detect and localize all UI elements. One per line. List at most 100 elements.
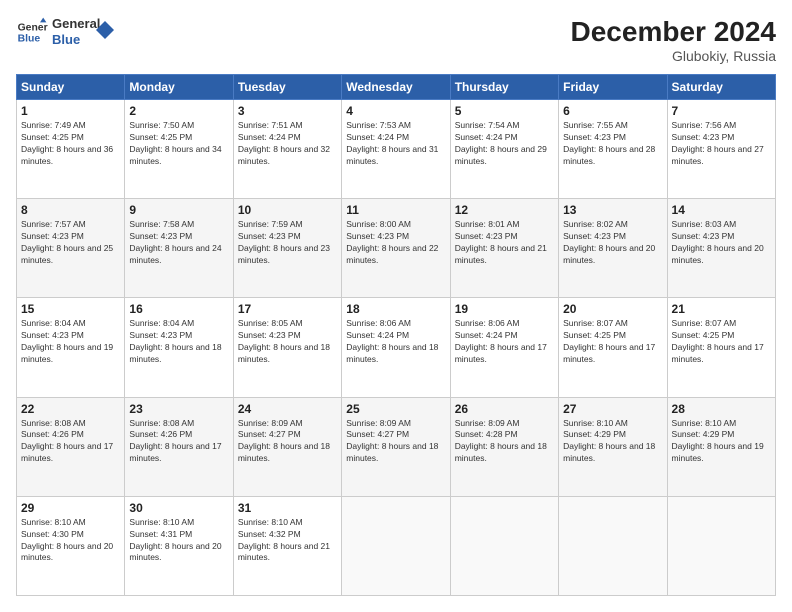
- table-row: 26 Sunrise: 8:09 AM Sunset: 4:28 PM Dayl…: [450, 397, 558, 496]
- table-row: 11 Sunrise: 8:00 AM Sunset: 4:23 PM Dayl…: [342, 199, 450, 298]
- month-title: December 2024: [571, 16, 776, 48]
- day-number: 15: [21, 302, 120, 316]
- table-row: 23 Sunrise: 8:08 AM Sunset: 4:26 PM Dayl…: [125, 397, 233, 496]
- day-number: 30: [129, 501, 228, 515]
- header: General Blue General Blue December 2024 …: [16, 16, 776, 64]
- day-number: 16: [129, 302, 228, 316]
- table-row: 20 Sunrise: 8:07 AM Sunset: 4:25 PM Dayl…: [559, 298, 667, 397]
- table-row: 30 Sunrise: 8:10 AM Sunset: 4:31 PM Dayl…: [125, 496, 233, 595]
- day-info: Sunrise: 7:50 AM Sunset: 4:25 PM Dayligh…: [129, 120, 228, 168]
- day-info: Sunrise: 7:57 AM Sunset: 4:23 PM Dayligh…: [21, 219, 120, 267]
- table-row: [667, 496, 775, 595]
- table-row: 29 Sunrise: 8:10 AM Sunset: 4:30 PM Dayl…: [17, 496, 125, 595]
- table-row: 24 Sunrise: 8:09 AM Sunset: 4:27 PM Dayl…: [233, 397, 341, 496]
- calendar-week-row: 29 Sunrise: 8:10 AM Sunset: 4:30 PM Dayl…: [17, 496, 776, 595]
- day-number: 4: [346, 104, 445, 118]
- day-info: Sunrise: 7:58 AM Sunset: 4:23 PM Dayligh…: [129, 219, 228, 267]
- table-row: 12 Sunrise: 8:01 AM Sunset: 4:23 PM Dayl…: [450, 199, 558, 298]
- table-row: 5 Sunrise: 7:54 AM Sunset: 4:24 PM Dayli…: [450, 100, 558, 199]
- table-row: 9 Sunrise: 7:58 AM Sunset: 4:23 PM Dayli…: [125, 199, 233, 298]
- day-info: Sunrise: 8:10 AM Sunset: 4:31 PM Dayligh…: [129, 517, 228, 565]
- table-row: 19 Sunrise: 8:06 AM Sunset: 4:24 PM Dayl…: [450, 298, 558, 397]
- svg-text:General: General: [18, 22, 48, 33]
- logo-icon: General Blue: [16, 16, 48, 48]
- day-number: 28: [672, 402, 771, 416]
- day-info: Sunrise: 8:03 AM Sunset: 4:23 PM Dayligh…: [672, 219, 771, 267]
- location: Glubokiy, Russia: [571, 48, 776, 64]
- svg-text:Blue: Blue: [18, 34, 41, 45]
- day-number: 11: [346, 203, 445, 217]
- table-row: 13 Sunrise: 8:02 AM Sunset: 4:23 PM Dayl…: [559, 199, 667, 298]
- table-row: 31 Sunrise: 8:10 AM Sunset: 4:32 PM Dayl…: [233, 496, 341, 595]
- col-saturday: Saturday: [667, 75, 775, 100]
- day-number: 27: [563, 402, 662, 416]
- calendar-week-row: 22 Sunrise: 8:08 AM Sunset: 4:26 PM Dayl…: [17, 397, 776, 496]
- calendar-table: Sunday Monday Tuesday Wednesday Thursday…: [16, 74, 776, 596]
- col-sunday: Sunday: [17, 75, 125, 100]
- table-row: 6 Sunrise: 7:55 AM Sunset: 4:23 PM Dayli…: [559, 100, 667, 199]
- table-row: [342, 496, 450, 595]
- col-thursday: Thursday: [450, 75, 558, 100]
- day-number: 1: [21, 104, 120, 118]
- table-row: 27 Sunrise: 8:10 AM Sunset: 4:29 PM Dayl…: [559, 397, 667, 496]
- day-number: 14: [672, 203, 771, 217]
- table-row: 7 Sunrise: 7:56 AM Sunset: 4:23 PM Dayli…: [667, 100, 775, 199]
- logo: General Blue General Blue: [16, 16, 114, 48]
- day-info: Sunrise: 8:09 AM Sunset: 4:27 PM Dayligh…: [346, 418, 445, 466]
- col-friday: Friday: [559, 75, 667, 100]
- day-info: Sunrise: 8:00 AM Sunset: 4:23 PM Dayligh…: [346, 219, 445, 267]
- day-number: 18: [346, 302, 445, 316]
- day-info: Sunrise: 8:10 AM Sunset: 4:32 PM Dayligh…: [238, 517, 337, 565]
- table-row: 3 Sunrise: 7:51 AM Sunset: 4:24 PM Dayli…: [233, 100, 341, 199]
- day-info: Sunrise: 8:08 AM Sunset: 4:26 PM Dayligh…: [21, 418, 120, 466]
- table-row: 18 Sunrise: 8:06 AM Sunset: 4:24 PM Dayl…: [342, 298, 450, 397]
- day-number: 19: [455, 302, 554, 316]
- logo-general: General: [52, 16, 100, 32]
- title-area: December 2024 Glubokiy, Russia: [571, 16, 776, 64]
- day-number: 26: [455, 402, 554, 416]
- day-info: Sunrise: 7:59 AM Sunset: 4:23 PM Dayligh…: [238, 219, 337, 267]
- table-row: 15 Sunrise: 8:04 AM Sunset: 4:23 PM Dayl…: [17, 298, 125, 397]
- day-number: 10: [238, 203, 337, 217]
- calendar-week-row: 1 Sunrise: 7:49 AM Sunset: 4:25 PM Dayli…: [17, 100, 776, 199]
- day-number: 5: [455, 104, 554, 118]
- day-info: Sunrise: 8:10 AM Sunset: 4:29 PM Dayligh…: [563, 418, 662, 466]
- day-number: 21: [672, 302, 771, 316]
- day-info: Sunrise: 8:08 AM Sunset: 4:26 PM Dayligh…: [129, 418, 228, 466]
- table-row: [559, 496, 667, 595]
- day-number: 17: [238, 302, 337, 316]
- day-info: Sunrise: 8:04 AM Sunset: 4:23 PM Dayligh…: [129, 318, 228, 366]
- calendar-week-row: 8 Sunrise: 7:57 AM Sunset: 4:23 PM Dayli…: [17, 199, 776, 298]
- table-row: 8 Sunrise: 7:57 AM Sunset: 4:23 PM Dayli…: [17, 199, 125, 298]
- day-number: 9: [129, 203, 228, 217]
- day-number: 3: [238, 104, 337, 118]
- logo-blue: Blue: [52, 32, 100, 48]
- table-row: 28 Sunrise: 8:10 AM Sunset: 4:29 PM Dayl…: [667, 397, 775, 496]
- day-number: 20: [563, 302, 662, 316]
- col-monday: Monday: [125, 75, 233, 100]
- table-row: 17 Sunrise: 8:05 AM Sunset: 4:23 PM Dayl…: [233, 298, 341, 397]
- day-info: Sunrise: 8:05 AM Sunset: 4:23 PM Dayligh…: [238, 318, 337, 366]
- day-info: Sunrise: 8:10 AM Sunset: 4:29 PM Dayligh…: [672, 418, 771, 466]
- day-number: 23: [129, 402, 228, 416]
- day-number: 13: [563, 203, 662, 217]
- table-row: 14 Sunrise: 8:03 AM Sunset: 4:23 PM Dayl…: [667, 199, 775, 298]
- day-number: 22: [21, 402, 120, 416]
- day-number: 12: [455, 203, 554, 217]
- day-number: 6: [563, 104, 662, 118]
- day-info: Sunrise: 8:10 AM Sunset: 4:30 PM Dayligh…: [21, 517, 120, 565]
- day-info: Sunrise: 8:09 AM Sunset: 4:28 PM Dayligh…: [455, 418, 554, 466]
- day-number: 29: [21, 501, 120, 515]
- table-row: 4 Sunrise: 7:53 AM Sunset: 4:24 PM Dayli…: [342, 100, 450, 199]
- day-info: Sunrise: 7:55 AM Sunset: 4:23 PM Dayligh…: [563, 120, 662, 168]
- day-number: 25: [346, 402, 445, 416]
- table-row: 22 Sunrise: 8:08 AM Sunset: 4:26 PM Dayl…: [17, 397, 125, 496]
- day-info: Sunrise: 8:02 AM Sunset: 4:23 PM Dayligh…: [563, 219, 662, 267]
- day-info: Sunrise: 8:09 AM Sunset: 4:27 PM Dayligh…: [238, 418, 337, 466]
- day-info: Sunrise: 7:56 AM Sunset: 4:23 PM Dayligh…: [672, 120, 771, 168]
- table-row: 10 Sunrise: 7:59 AM Sunset: 4:23 PM Dayl…: [233, 199, 341, 298]
- calendar-week-row: 15 Sunrise: 8:04 AM Sunset: 4:23 PM Dayl…: [17, 298, 776, 397]
- table-row: 16 Sunrise: 8:04 AM Sunset: 4:23 PM Dayl…: [125, 298, 233, 397]
- day-info: Sunrise: 8:07 AM Sunset: 4:25 PM Dayligh…: [563, 318, 662, 366]
- day-info: Sunrise: 8:06 AM Sunset: 4:24 PM Dayligh…: [346, 318, 445, 366]
